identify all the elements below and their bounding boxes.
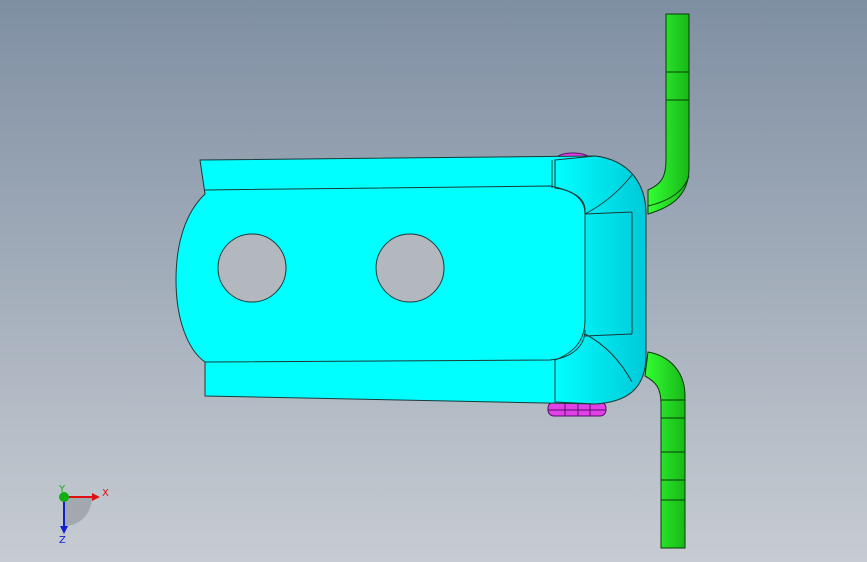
triad-y-label: Y: [58, 484, 66, 495]
triad-x-label: X: [102, 488, 109, 499]
model-canvas[interactable]: X Y Z: [0, 0, 867, 562]
graphics-viewport[interactable]: X Y Z: [0, 0, 867, 562]
bracket-part[interactable]: [175, 155, 647, 405]
bracket-hole-right[interactable]: [375, 233, 445, 303]
bracket-hole-left[interactable]: [217, 233, 287, 303]
triad-z-label: Z: [59, 535, 66, 546]
